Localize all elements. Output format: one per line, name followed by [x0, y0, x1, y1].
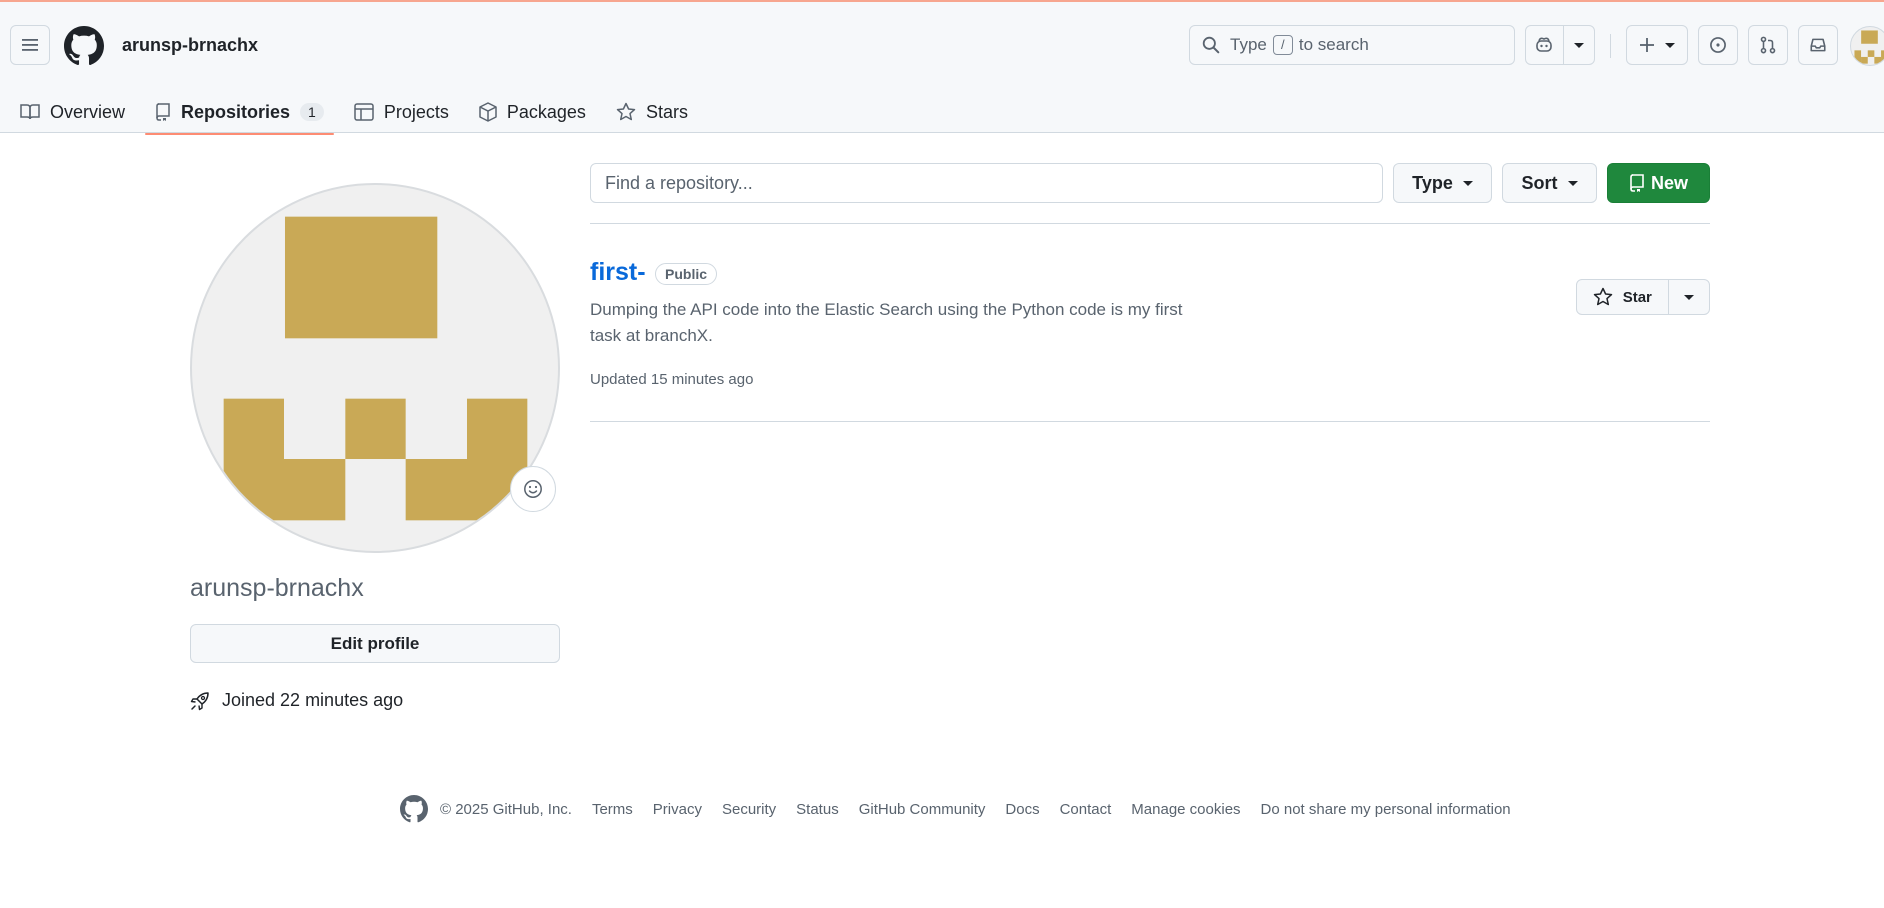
tab-label: Projects [383, 101, 449, 122]
user-avatar[interactable] [1850, 26, 1884, 66]
search-icon [1202, 36, 1220, 54]
new-label: New [1650, 172, 1688, 193]
profile-avatar [190, 183, 560, 553]
tab-overview[interactable]: Overview [10, 90, 135, 134]
table-icon [354, 103, 374, 121]
chevron-down-icon [1683, 294, 1694, 300]
footer-link-contact[interactable]: Contact [1060, 801, 1112, 818]
star-button-group: Star [1576, 279, 1710, 315]
footer-link-do-not-share[interactable]: Do not share my personal information [1261, 801, 1511, 818]
copilot-dropdown-button[interactable] [1564, 26, 1594, 64]
tab-label: Stars [645, 101, 688, 122]
repo-name-link[interactable]: first- [590, 258, 646, 287]
footer-link-security[interactable]: Security [722, 801, 776, 818]
copilot-button[interactable] [1526, 26, 1564, 64]
sort-button[interactable]: Sort [1502, 163, 1597, 203]
chevron-down-icon [1567, 180, 1578, 186]
tab-packages[interactable]: Packages [469, 90, 596, 134]
tab-stars[interactable]: Stars [606, 90, 698, 134]
package-icon [479, 102, 497, 122]
repo-icon [1630, 174, 1644, 192]
inbox-button[interactable] [1798, 25, 1838, 65]
footer-link-terms[interactable]: Terms [592, 801, 633, 818]
git-pull-request-icon [1760, 36, 1776, 54]
repo-updated-time: Updated 15 minutes ago [590, 371, 754, 388]
issues-button[interactable] [1698, 25, 1738, 65]
plus-icon [1640, 38, 1654, 52]
chevron-down-icon [1665, 42, 1675, 48]
set-status-button[interactable] [510, 466, 556, 512]
footer-copyright: © 2025 GitHub, Inc. [440, 800, 572, 818]
create-new-button[interactable] [1626, 25, 1688, 65]
star-icon [1593, 287, 1612, 306]
search-text-after: to search [1298, 35, 1369, 54]
footer-link-community[interactable]: GitHub Community [859, 801, 986, 818]
pull-requests-button[interactable] [1748, 25, 1788, 65]
book-icon [20, 104, 40, 120]
type-filter-label: Type [1412, 172, 1453, 193]
star-button[interactable]: Star [1577, 280, 1669, 314]
divider [590, 421, 1710, 422]
tab-repositories[interactable]: Repositories 1 [145, 90, 334, 135]
tab-label: Packages [506, 101, 586, 122]
repo-icon [156, 103, 170, 121]
header-divider [1610, 34, 1611, 58]
tab-label: Overview [50, 101, 126, 122]
github-logo-icon[interactable] [64, 26, 104, 66]
divider [590, 223, 1710, 224]
global-search-input[interactable]: Type / to search [1189, 25, 1515, 65]
footer-link-privacy[interactable]: Privacy [653, 801, 702, 818]
footer-link-docs[interactable]: Docs [1005, 801, 1039, 818]
repo-count-badge: 1 [300, 103, 324, 121]
global-header: arunsp-brnachx Type / to search Overview… [0, 0, 1884, 135]
search-text-before: Type [1230, 35, 1267, 54]
issue-opened-icon [1710, 37, 1726, 53]
chevron-down-icon [1573, 42, 1584, 48]
sort-label: Sort [1521, 172, 1558, 193]
copilot-button-group [1525, 25, 1595, 65]
edit-profile-button[interactable]: Edit profile [190, 624, 560, 663]
joined-info: Joined 22 minutes ago [190, 690, 403, 711]
footer: © 2025 GitHub, Inc. Terms Privacy Securi… [400, 795, 1531, 823]
inbox-icon [1810, 38, 1826, 52]
profile-username: arunsp-brnachx [190, 574, 364, 602]
star-label: Star [1622, 288, 1652, 306]
rocket-icon [190, 691, 209, 710]
new-repository-button[interactable]: New [1607, 163, 1710, 203]
smiley-icon [524, 480, 542, 498]
footer-link-cookies[interactable]: Manage cookies [1131, 801, 1240, 818]
star-icon [616, 102, 636, 121]
chevron-down-icon [1462, 180, 1473, 186]
repo-description: Dumping the API code into the Elastic Se… [590, 300, 1183, 345]
star-list-dropdown[interactable] [1669, 280, 1709, 314]
header-username[interactable]: arunsp-brnachx [122, 35, 258, 56]
tab-label: Repositories [181, 101, 291, 122]
visibility-badge: Public [655, 263, 718, 285]
hamburger-icon [22, 39, 38, 51]
find-repository-input[interactable]: Find a repository... [590, 163, 1383, 203]
tab-projects[interactable]: Projects [344, 90, 459, 134]
joined-text: Joined 22 minutes ago [222, 690, 404, 710]
profile-tabs: Overview Repositories 1 Projects Package… [0, 90, 698, 135]
type-filter-button[interactable]: Type [1393, 163, 1492, 203]
copilot-icon [1536, 37, 1553, 52]
github-logo-icon [400, 795, 428, 823]
menu-button[interactable] [10, 25, 50, 65]
footer-link-status[interactable]: Status [796, 801, 839, 818]
search-shortcut-key: / [1272, 35, 1293, 55]
